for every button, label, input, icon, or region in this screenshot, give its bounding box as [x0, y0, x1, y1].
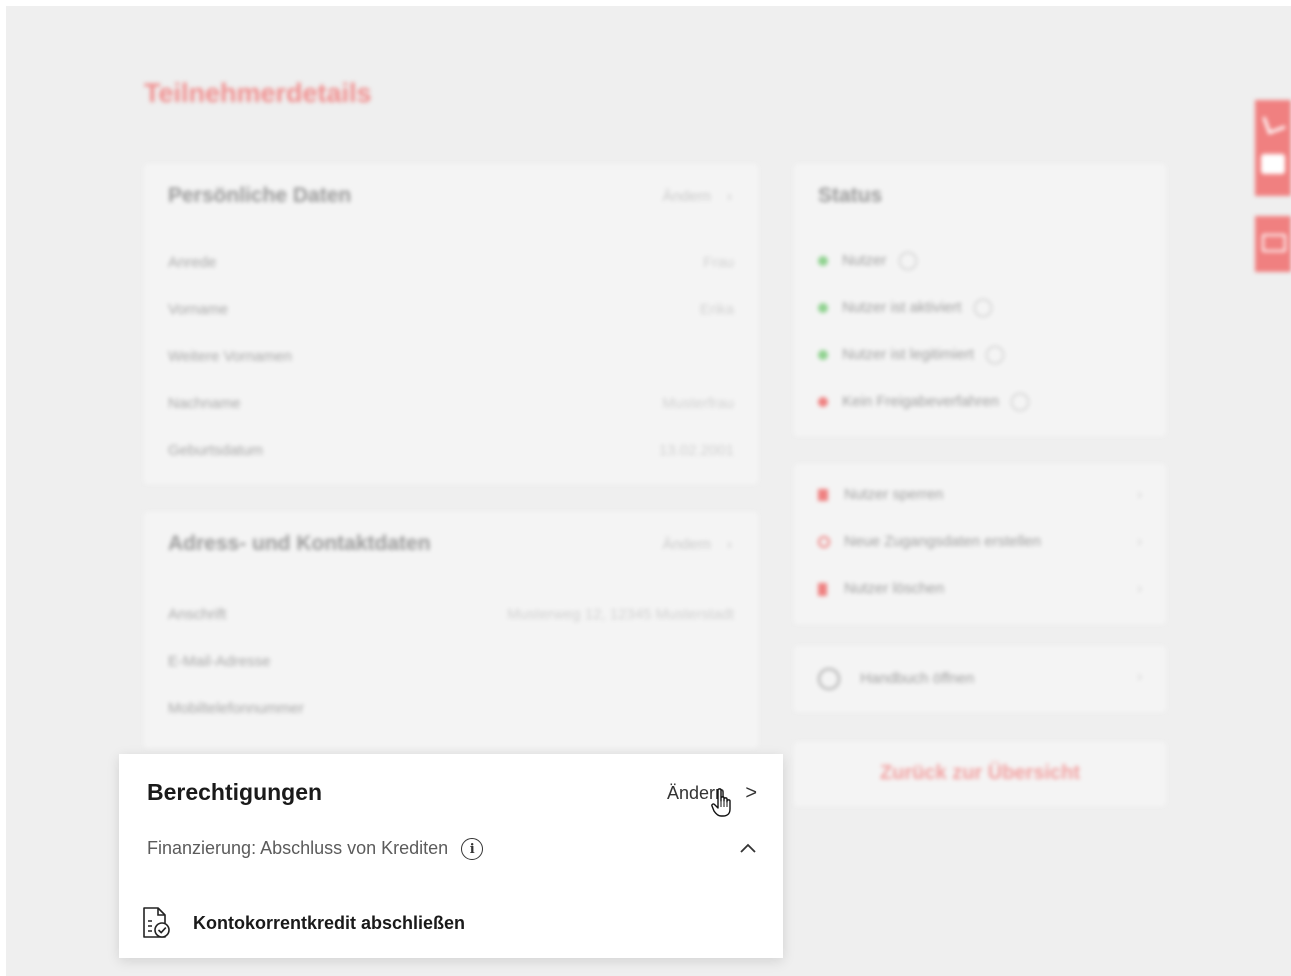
action-label: Nutzer löschen	[844, 580, 945, 597]
chevron-right-icon[interactable]: >	[745, 782, 757, 805]
contact-mail-button[interactable]	[1255, 216, 1291, 272]
address-edit-link[interactable]: Ändern ›	[662, 536, 732, 553]
address-row: Mobiltelefonnummer	[168, 700, 734, 722]
chevron-right-icon: ›	[1137, 533, 1142, 550]
address-row: Anschrift Musterweg 12, 12345 Musterstad…	[168, 606, 734, 628]
personal-row: Vorname Erika	[168, 301, 734, 323]
chevron-right-icon: ›	[727, 536, 732, 553]
status-title: Status	[818, 184, 883, 207]
status-item: Nutzer ist legitimiert	[818, 346, 1005, 365]
personal-edit-label: Ändern	[662, 188, 711, 205]
status-dot	[818, 350, 828, 361]
personal-data-card: Persönliche Daten Ändern › Anrede Frau V…	[144, 164, 758, 484]
hand-cursor-icon	[711, 788, 731, 817]
permissions-card: Berechtigungen Ändern > Finanzierung: Ab…	[119, 754, 783, 958]
status-item: Kein Freigabeverfahren	[818, 393, 1030, 412]
permission-group-label: Finanzierung: Abschluss von Krediten	[147, 838, 449, 858]
manual-card[interactable]: Handbuch öffnen ›	[794, 646, 1166, 712]
row-value: Frau	[703, 254, 734, 271]
row-label: Anrede	[168, 254, 217, 271]
row-label: Weitere Vornamen	[168, 348, 292, 365]
row-label: E-Mail-Adresse	[168, 653, 271, 670]
chevron-up-icon[interactable]	[739, 838, 757, 859]
personal-data-title: Persönliche Daten	[168, 184, 352, 207]
row-value: Musterfrau	[662, 395, 734, 412]
back-label: Zurück zur Übersicht	[879, 762, 1081, 784]
chevron-right-icon: ›	[1137, 668, 1142, 685]
permission-item-label: Kontokorrentkredit abschließen	[193, 912, 466, 933]
action-delete-user[interactable]: Nutzer löschen ›	[818, 580, 1142, 597]
row-label: Geburtsdatum	[168, 442, 264, 459]
chevron-up-glyph	[740, 843, 756, 853]
status-dot	[818, 397, 828, 408]
personal-row: Anrede Frau	[168, 254, 734, 276]
row-label: Mobiltelefonnummer	[168, 700, 304, 717]
row-value: Erika	[699, 301, 734, 318]
status-label: Kein Freigabeverfahren	[842, 393, 999, 410]
status-card: Status Nutzer Nutzer ist aktiviert Nutze…	[794, 164, 1166, 436]
status-dot	[818, 303, 828, 314]
lock-icon	[818, 489, 828, 502]
action-lock-user[interactable]: Nutzer sperren ›	[818, 486, 1142, 503]
document-check-icon	[143, 907, 170, 938]
info-icon[interactable]: i	[461, 838, 484, 861]
chevron-right-icon: ›	[1137, 486, 1142, 503]
row-label: Anschrift	[168, 606, 227, 623]
help-circle-icon[interactable]	[973, 299, 992, 318]
personal-row: Weitere Vornamen	[168, 348, 734, 370]
help-circle-icon[interactable]	[1011, 393, 1030, 412]
help-circle-icon[interactable]	[898, 252, 917, 271]
status-dot	[818, 256, 828, 267]
status-item: Nutzer ist aktiviert	[818, 299, 992, 318]
row-label: Nachname	[168, 395, 241, 412]
permissions-title: Berechtigungen	[147, 779, 323, 805]
action-new-credentials[interactable]: Neue Zugangsdaten erstellen ›	[818, 533, 1142, 550]
address-row: E-Mail-Adresse	[168, 653, 734, 675]
personal-row: Nachname Musterfrau	[168, 395, 734, 417]
row-value: Musterweg 12, 12345 Musterstadt	[507, 606, 734, 623]
manual-link[interactable]: Handbuch öffnen ›	[818, 668, 1142, 690]
chevron-right-icon: ›	[1137, 580, 1142, 597]
chat-icon	[1261, 154, 1285, 174]
app-frame: Teilnehmerdetails Persönliche Daten Ände…	[6, 6, 1291, 976]
row-value: 13.02.2001	[658, 442, 734, 459]
address-card: Adress- und Kontaktdaten Ändern › Anschr…	[144, 512, 758, 748]
personal-row: Geburtsdatum 13.02.2001	[168, 442, 734, 464]
contact-phone-button[interactable]	[1255, 100, 1291, 196]
manual-label: Handbuch öffnen	[860, 669, 975, 687]
address-edit-label: Ändern	[662, 536, 711, 553]
refresh-icon	[818, 536, 830, 549]
phone-icon	[1262, 111, 1286, 135]
chevron-right-icon: ›	[727, 188, 732, 205]
page-title: Teilnehmerdetails	[144, 78, 372, 108]
status-label: Nutzer	[842, 252, 887, 269]
help-circle-icon	[818, 668, 840, 690]
row-label: Vorname	[168, 301, 229, 318]
action-label: Nutzer sperren	[844, 486, 944, 503]
action-label: Neue Zugangsdaten erstellen	[844, 533, 1041, 550]
mail-icon	[1262, 234, 1286, 252]
back-button[interactable]: Zurück zur Übersicht	[794, 742, 1166, 806]
permission-item: Kontokorrentkredit abschließen	[141, 906, 465, 940]
address-title: Adress- und Kontaktdaten	[168, 532, 431, 555]
status-item: Nutzer	[818, 252, 917, 271]
actions-card: Nutzer sperren › Neue Zugangsdaten erste…	[794, 464, 1166, 624]
help-circle-icon[interactable]	[986, 346, 1005, 365]
personal-edit-link[interactable]: Ändern ›	[662, 188, 732, 205]
permission-group-header[interactable]: Finanzierung: Abschluss von Krediten i	[147, 838, 484, 861]
trash-icon	[818, 582, 827, 596]
status-label: Nutzer ist legitimiert	[842, 346, 974, 363]
status-label: Nutzer ist aktiviert	[842, 299, 962, 316]
